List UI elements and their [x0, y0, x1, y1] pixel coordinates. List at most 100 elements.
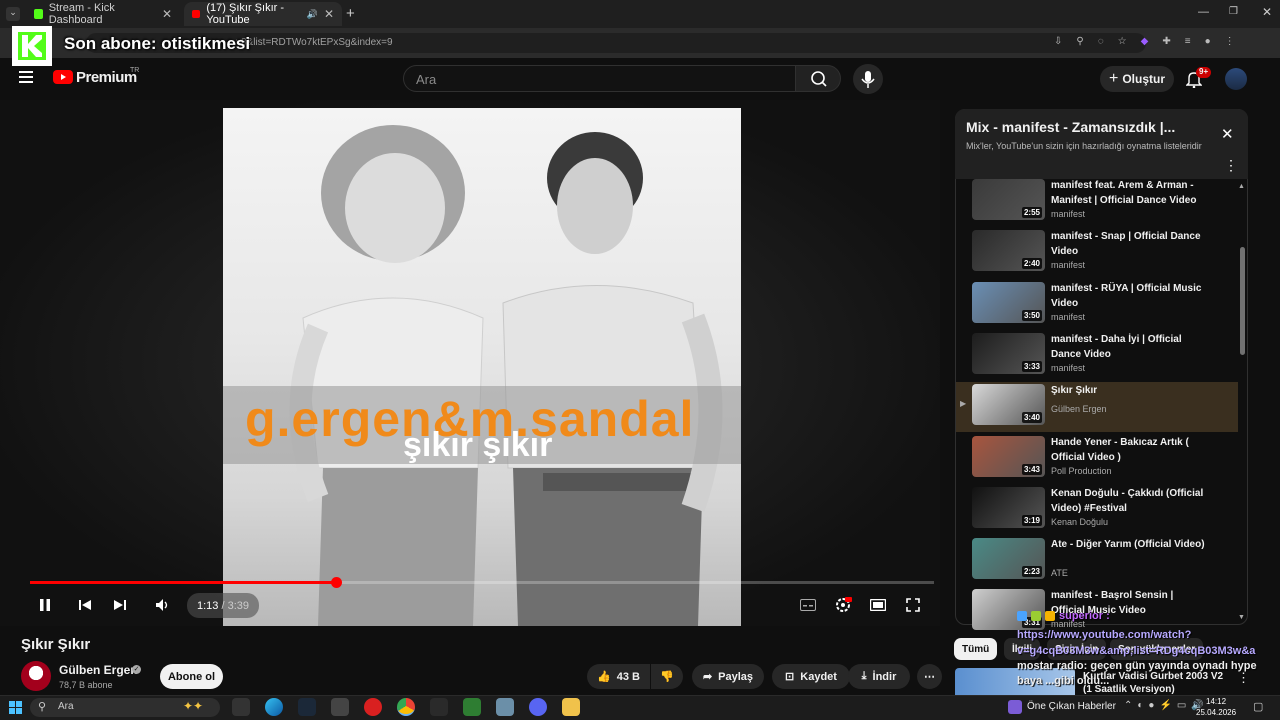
search-input[interactable]: Ara [403, 65, 796, 92]
minimize-button[interactable]: — [1198, 6, 1209, 18]
playlist-thumbnail[interactable]: 2:40 [972, 230, 1045, 272]
playlist-thumbnail[interactable]: 2:23 [972, 538, 1045, 580]
scroll-down-icon[interactable]: ▼ [1238, 614, 1245, 621]
video-duration: 3:19 [1021, 514, 1042, 526]
playlist-item[interactable]: ▶ 3:40 Şıkır Şıkır Gülben Ergen [956, 382, 1238, 433]
close-tab-icon[interactable]: ✕ [162, 7, 172, 21]
close-window-button[interactable]: ✕ [1262, 5, 1272, 19]
steam-icon[interactable] [298, 698, 316, 716]
menu-dots-icon[interactable]: ⋮ [1225, 36, 1235, 50]
task-view-icon[interactable] [232, 698, 250, 716]
hamburger-menu-icon[interactable] [19, 71, 33, 83]
playlist-item-title[interactable]: manifest - RÜYA | Official Music Video [1051, 281, 1206, 311]
playlist-item[interactable]: 3:33 manifest - Daha İyi | Official Dance… [956, 331, 1238, 381]
install-icon[interactable]: ⇩ [1054, 36, 1062, 50]
pause-button[interactable] [31, 591, 59, 619]
playlist-scrollbar[interactable] [1240, 247, 1245, 355]
app-icon[interactable] [496, 698, 514, 716]
playlist-item-title[interactable]: manifest feat. Arem & Arman - Manifest |… [1051, 178, 1206, 208]
voice-search-button[interactable] [853, 64, 883, 94]
eye-off-icon[interactable]: ◌ [1098, 36, 1104, 50]
playlist-item-title[interactable]: manifest - Daha İyi | Official Dance Vid… [1051, 332, 1206, 362]
zoom-icon[interactable]: ⚲ [1076, 36, 1083, 50]
create-button[interactable]: + Oluştur [1100, 66, 1174, 92]
extension-icon[interactable]: ◆ [1141, 36, 1149, 50]
subscribe-button[interactable]: Abone ol [160, 664, 223, 689]
playlist-thumbnail[interactable]: 3:33 [972, 332, 1045, 374]
dislike-button[interactable]: 👎 [651, 664, 683, 689]
playlist-item-title[interactable]: manifest - Snap | Official Dance Video [1051, 229, 1206, 259]
notification-badge: 9+ [1196, 67, 1212, 78]
new-tab-button[interactable]: + [346, 5, 355, 22]
playlist-menu-icon[interactable]: ⋮ [1224, 157, 1238, 174]
bookmark-star-icon[interactable]: ☆ [1118, 36, 1127, 50]
volume-button[interactable] [149, 591, 177, 619]
progress-scrubber[interactable] [331, 577, 342, 588]
chrome-icon[interactable] [397, 698, 415, 716]
app-icon[interactable] [463, 698, 481, 716]
playlist-title[interactable]: Mix - manifest - Zamansızdık |... [966, 119, 1175, 135]
playlist-item-channel: ATE [1051, 568, 1068, 579]
playlist-thumbnail[interactable]: 2:55 [972, 179, 1045, 220]
video-frame[interactable]: g.ergen&m.sandal şıkır şıkır [223, 108, 741, 626]
playlist-item[interactable]: 3:50 manifest - RÜYA | Official Music Vid… [956, 280, 1238, 330]
epic-games-icon[interactable] [430, 698, 448, 716]
playlist-thumbnail[interactable]: 3:19 [972, 486, 1045, 528]
youtube-premium-label[interactable]: Premium [76, 69, 137, 86]
recording-app-icon[interactable] [364, 698, 382, 716]
notification-center-icon[interactable]: ▢ [1253, 700, 1263, 713]
next-button[interactable] [106, 591, 134, 619]
tab-youtube[interactable]: (17) Şıkır Şıkır - YouTube 🔊 ✕ [184, 2, 342, 26]
close-playlist-icon[interactable]: ✕ [1221, 125, 1234, 143]
news-widget-label[interactable]: Öne Çıkan Haberler [1027, 701, 1116, 712]
recommendation-menu-icon[interactable]: ⋮ [1237, 670, 1250, 686]
like-button[interactable]: 👍 43 B [587, 664, 650, 689]
playlist-item[interactable]: 2:40 manifest - Snap | Official Dance Vid… [956, 228, 1238, 278]
playlist-item[interactable]: 3:19 Kenan Doğulu - Çakkıdı (Official Vid… [956, 485, 1238, 535]
pause-icon [40, 599, 50, 611]
discord-icon[interactable] [529, 698, 547, 716]
audio-playing-icon[interactable]: 🔊 [307, 9, 318, 20]
edge-browser-icon[interactable] [265, 698, 283, 716]
restore-button[interactable]: ❐ [1229, 6, 1238, 17]
download-button[interactable]: ⤓ İndir [848, 664, 910, 689]
profile-avatar-icon[interactable]: ● [1205, 36, 1211, 50]
store-icon[interactable] [331, 698, 349, 716]
theater-mode-button[interactable] [864, 591, 892, 619]
tab-search-icon[interactable]: ⌄ [6, 7, 20, 21]
playlist-thumbnail[interactable]: 3:40 [972, 384, 1045, 426]
scroll-up-icon[interactable]: ▲ [1238, 183, 1245, 190]
search-button[interactable] [795, 65, 841, 92]
account-avatar[interactable] [1225, 68, 1247, 90]
playlist-item-title[interactable]: Şıkır Şıkır [1051, 383, 1206, 398]
channel-name[interactable]: Gülben Ergen [59, 663, 138, 677]
playlist-item[interactable]: 2:55 manifest feat. Arem & Arman - Manife… [956, 177, 1238, 227]
playlist-item-title[interactable]: Kenan Doğulu - Çakkıdı (Official Video) … [1051, 486, 1206, 516]
puzzle-icon[interactable]: ✚ [1162, 36, 1170, 50]
channel-avatar[interactable] [21, 661, 51, 691]
time-display: 1:13 / 3:39 [187, 593, 259, 618]
close-tab-icon[interactable]: ✕ [324, 7, 334, 21]
fullscreen-button[interactable] [899, 591, 927, 619]
settings-button[interactable] [829, 591, 857, 619]
share-button[interactable]: ➦ Paylaş [692, 664, 764, 689]
news-widget-icon[interactable] [1008, 700, 1022, 714]
playlist-item[interactable]: 2:23 Ate - Diğer Yarım (Official Video) AT… [956, 536, 1238, 586]
tab-kick-dashboard[interactable]: Stream - Kick Dashboard ✕ [26, 2, 180, 26]
more-actions-button[interactable]: ⋯ [917, 664, 942, 689]
playlist-item[interactable]: 3:43 Hande Yener - Bakıcaz Artık ( Offici… [956, 434, 1238, 484]
queue-icon[interactable]: ≡ [1185, 36, 1191, 50]
youtube-logo-icon[interactable] [53, 70, 73, 84]
playlist-thumbnail[interactable]: 3:50 [972, 281, 1045, 323]
taskbar-clock[interactable]: 14:12 25.04.2026 [1196, 696, 1236, 718]
save-button[interactable]: ⊡ Kaydet [772, 664, 850, 689]
windows-start-icon[interactable] [9, 701, 22, 714]
playlist-item-title[interactable]: Hande Yener - Bakıcaz Artık ( Official V… [1051, 435, 1206, 465]
subtitles-button[interactable] [794, 591, 822, 619]
playlist-item-title[interactable]: Ate - Diğer Yarım (Official Video) [1051, 537, 1206, 552]
previous-button[interactable] [71, 591, 99, 619]
chip-all[interactable]: Tümü [954, 638, 998, 660]
file-explorer-icon[interactable] [562, 698, 580, 716]
playlist-thumbnail[interactable]: 3:43 [972, 435, 1045, 477]
share-label: Paylaş [718, 670, 754, 683]
